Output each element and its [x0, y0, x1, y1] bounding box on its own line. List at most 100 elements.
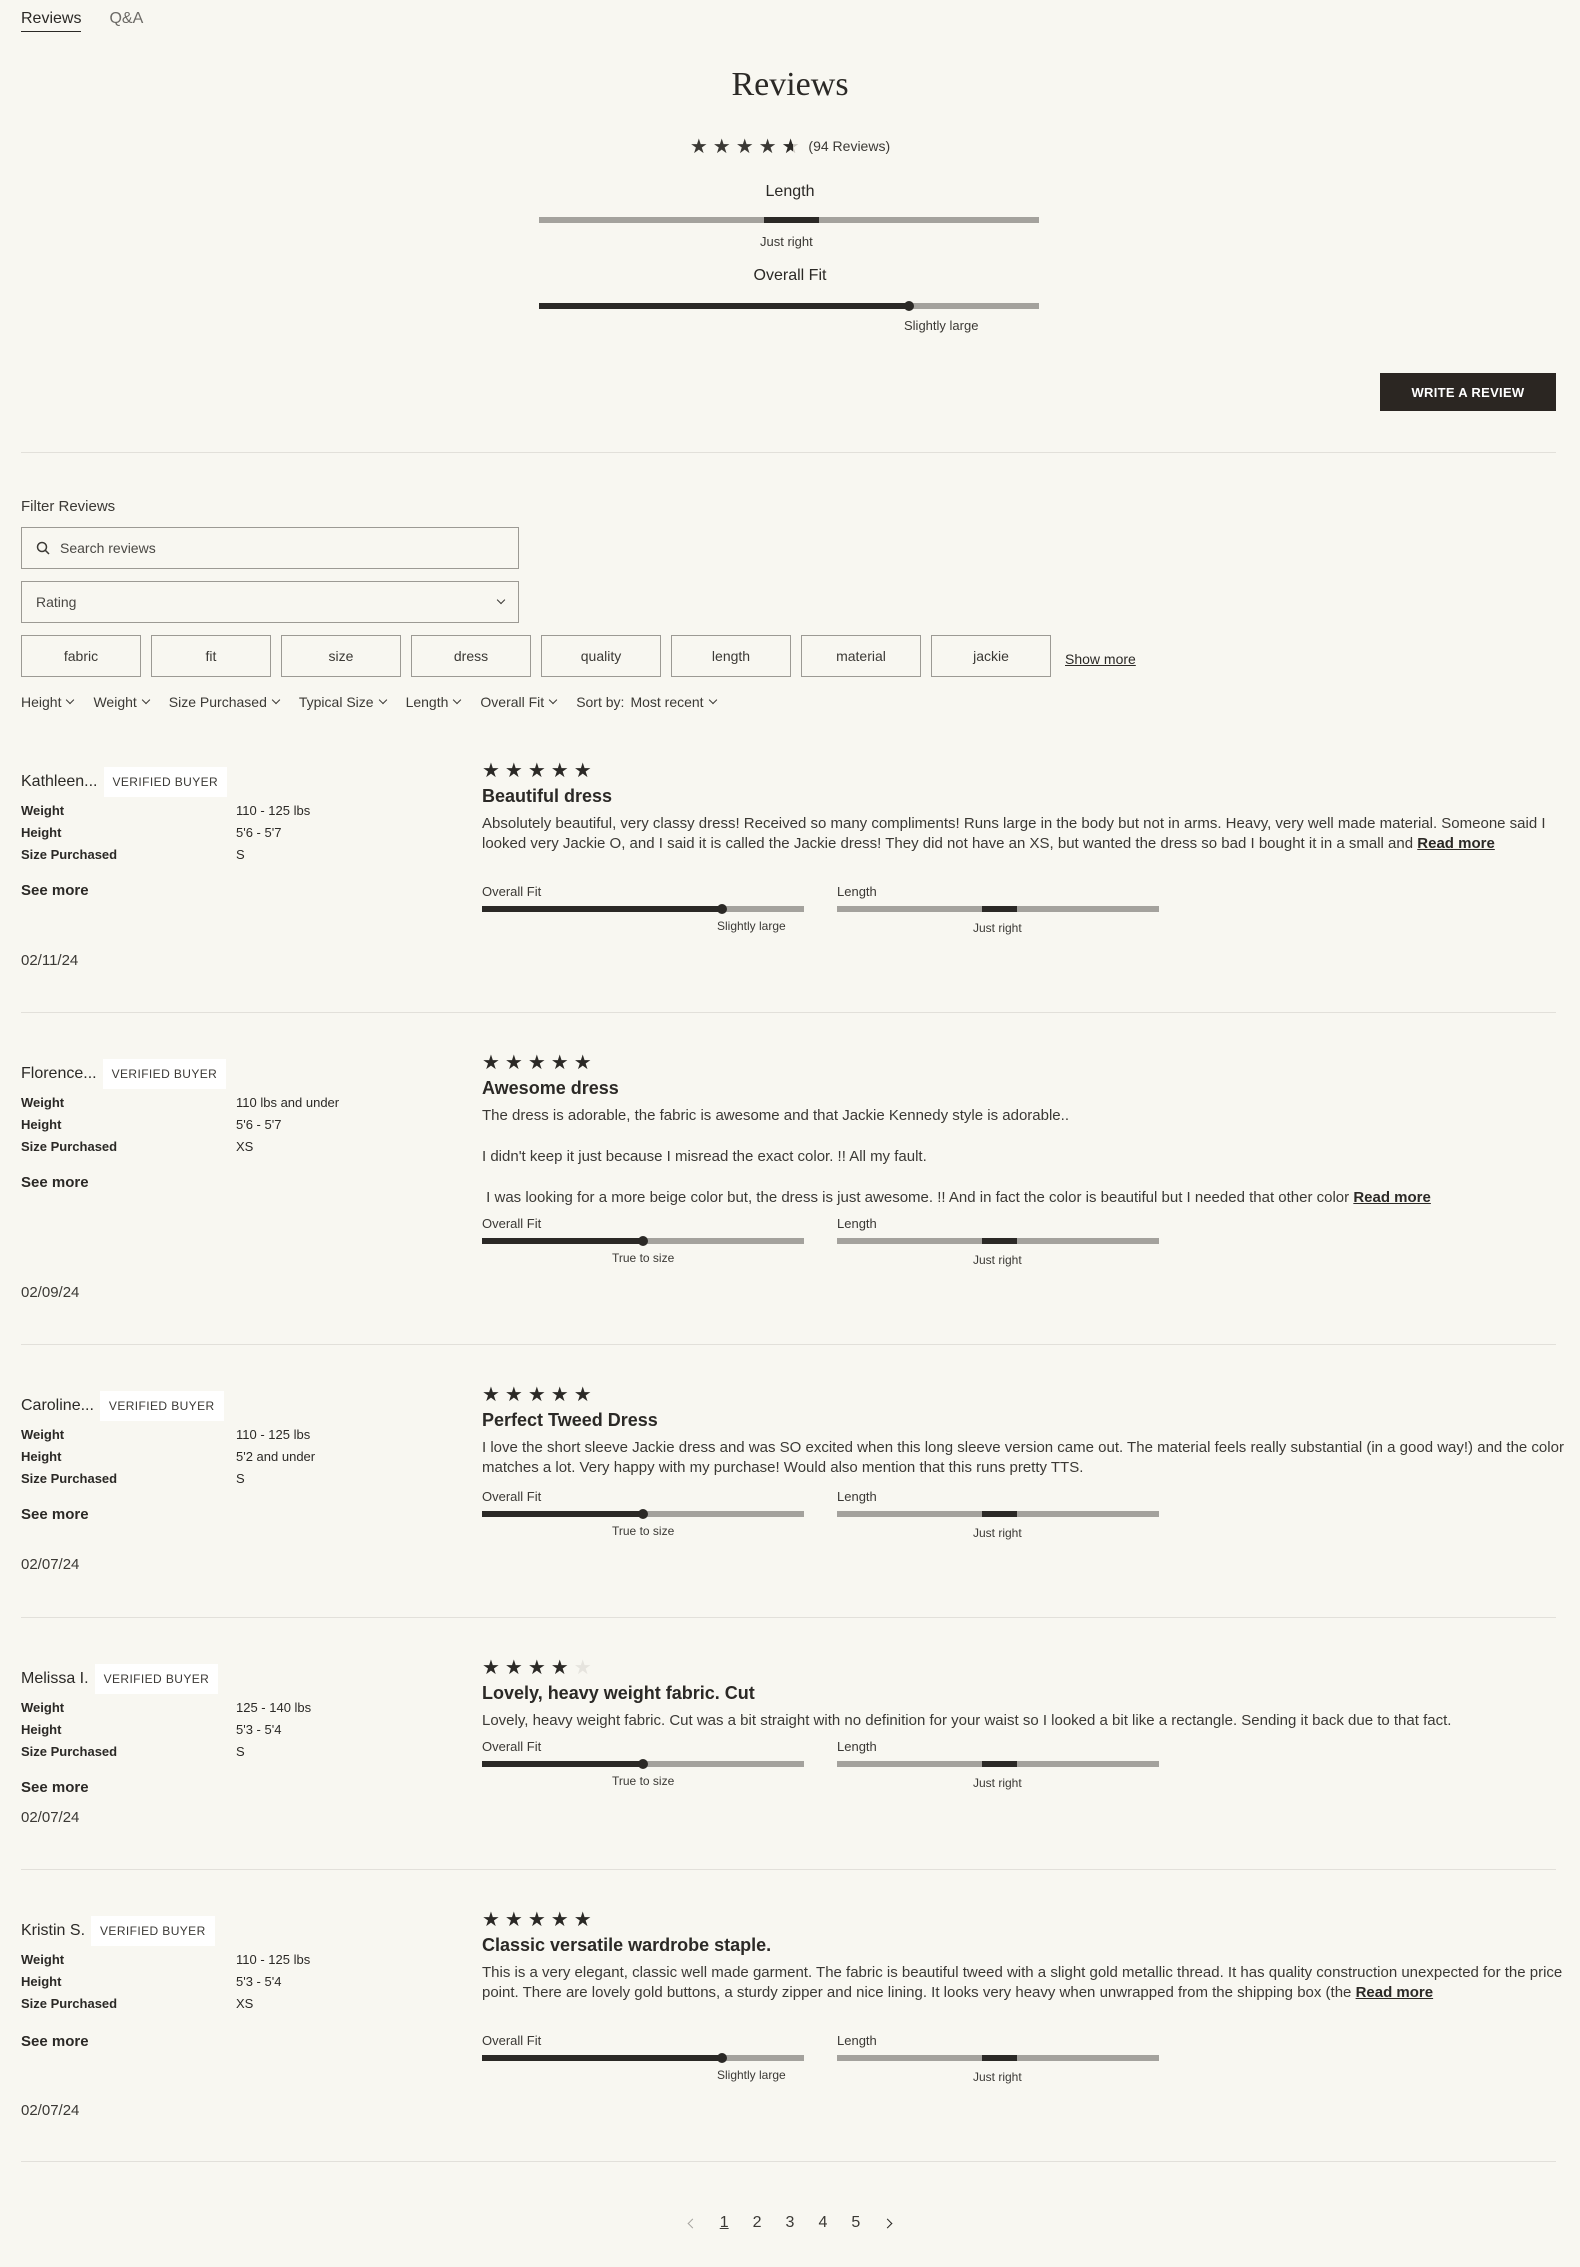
fit-value: True to size [612, 1524, 675, 1538]
review-stars: ★★★★★ [482, 1384, 597, 1406]
search-box [21, 527, 519, 569]
search-input[interactable] [58, 539, 502, 557]
attr-height: Height 5'2 and under [21, 1449, 315, 1464]
verified-badge: VERIFIED BUYER [103, 767, 228, 797]
page-1[interactable]: 1 [720, 2214, 729, 2232]
dropdown-size-purchased[interactable]: Size Purchased [169, 694, 281, 710]
chip-fabric[interactable]: fabric [21, 635, 141, 677]
reviewer-name: Florence... [21, 1065, 97, 1082]
see-more-link[interactable]: See more [21, 2033, 89, 2050]
page-2[interactable]: 2 [753, 2214, 762, 2232]
review-count: (94 Reviews) [808, 138, 891, 154]
tab-qa[interactable]: Q&A [109, 10, 143, 32]
sort-dropdown[interactable]: Sort by: Most recent [576, 694, 717, 710]
page-5[interactable]: 5 [851, 2214, 860, 2232]
read-more-link[interactable]: Read more [1417, 835, 1495, 852]
length-meter [837, 2055, 1159, 2061]
attr-value: 5'2 and under [236, 1449, 316, 1464]
dropdown-height[interactable]: Height [21, 694, 75, 710]
review-text: I was looking for a more beige color but… [482, 1189, 1350, 1206]
review-date: 02/09/24 [21, 1284, 80, 1301]
chip-dress[interactable]: dress [411, 635, 531, 677]
fit-meter-dot [717, 904, 727, 914]
length-meter [539, 217, 1039, 223]
pagination: 1 2 3 4 5 [0, 2214, 1580, 2232]
show-more-link[interactable]: Show more [1065, 651, 1136, 667]
attr-height: Height 5'6 - 5'7 [21, 1117, 281, 1132]
length-meter [837, 1238, 1159, 1244]
fit-value: True to size [612, 1251, 675, 1265]
review-body-line: The dress is adorable, the fabric is awe… [482, 1107, 1069, 1124]
fit-label: Overall Fit [482, 1489, 542, 1504]
reviewer: Florence... VERIFIED BUYER [21, 1059, 227, 1089]
dropdown-overall-fit[interactable]: Overall Fit [480, 694, 558, 710]
read-more-link[interactable]: Read more [1353, 1189, 1431, 1206]
page-3[interactable]: 3 [786, 2214, 795, 2232]
overall-fit-value: Slightly large [904, 318, 979, 333]
length-value: Just right [973, 1253, 1022, 1267]
chip-jackie[interactable]: jackie [931, 635, 1051, 677]
length-meter [837, 1511, 1159, 1517]
fit-value: Slightly large [717, 919, 786, 933]
attr-weight: Weight 125 - 140 lbs [21, 1700, 311, 1715]
page-4[interactable]: 4 [818, 2214, 827, 2232]
chip-length[interactable]: length [671, 635, 791, 677]
see-more-link[interactable]: See more [21, 1506, 89, 1523]
rating-select-label: Rating [36, 594, 77, 610]
overall-fit-fill [539, 303, 909, 309]
fit-value: Slightly large [717, 2068, 786, 2082]
review-body: Lovely, heavy weight fabric. Cut was a b… [482, 1712, 1452, 1729]
length-meter-marker [982, 2055, 1017, 2061]
verified-badge: VERIFIED BUYER [91, 1916, 215, 1946]
chevron-down-icon [271, 695, 281, 705]
filter-heading: Filter Reviews [21, 498, 116, 515]
dropdown-weight[interactable]: Weight [93, 694, 151, 710]
attr-size: Size Purchased S [21, 847, 245, 862]
chip-fit[interactable]: fit [151, 635, 271, 677]
see-more-link[interactable]: See more [21, 1174, 89, 1191]
reviewer: Kathleen... VERIFIED BUYER [21, 767, 228, 797]
attr-value: 110 lbs and under [236, 1095, 340, 1110]
chevron-down-icon [496, 595, 506, 605]
chevron-left-icon[interactable] [687, 2218, 698, 2228]
attr-value: 5'3 - 5'4 [236, 1722, 282, 1737]
chevron-right-icon[interactable] [882, 2218, 893, 2228]
chevron-down-icon [708, 695, 717, 705]
dropdown-length[interactable]: Length [405, 694, 462, 710]
tab-reviews[interactable]: Reviews [21, 10, 82, 32]
write-review-button[interactable]: WRITE A REVIEW [1380, 373, 1556, 411]
verified-badge: VERIFIED BUYER [102, 1059, 227, 1089]
attr-label: Size Purchased [21, 1744, 118, 1759]
dropdown-typical-size[interactable]: Typical Size [299, 694, 387, 710]
chevron-down-icon [548, 695, 558, 705]
attr-weight: Weight 110 - 125 lbs [21, 1952, 310, 1967]
length-value: Just right [760, 234, 813, 249]
length-meter [837, 906, 1159, 912]
summary-full-stars: ★★★★ [689, 136, 782, 158]
length-value: Just right [973, 921, 1022, 935]
rating-select[interactable]: Rating [21, 581, 519, 623]
empty-star-icon: ★ [573, 1657, 597, 1679]
attr-label: Weight [21, 1952, 65, 1967]
attr-size: Size Purchased XS [21, 1139, 253, 1154]
chevron-down-icon [141, 695, 151, 705]
dropdown-label: Length [405, 694, 449, 710]
length-value: Just right [973, 1526, 1022, 1540]
review-divider [21, 1344, 1556, 1345]
read-more-link[interactable]: Read more [1356, 1984, 1434, 2001]
fit-meter-fill [482, 1761, 643, 1767]
see-more-link[interactable]: See more [21, 1779, 89, 1796]
attr-value: S [236, 1471, 245, 1486]
verified-badge: VERIFIED BUYER [99, 1391, 224, 1421]
chip-quality[interactable]: quality [541, 635, 661, 677]
attr-label: Weight [21, 1700, 65, 1715]
chevron-down-icon [378, 695, 387, 705]
see-more-link[interactable]: See more [21, 882, 89, 899]
search-icon [36, 541, 50, 555]
fit-meter-dot [717, 2053, 727, 2063]
review-divider [21, 1617, 1556, 1618]
chip-size[interactable]: size [281, 635, 401, 677]
filled-stars: ★★★★ [482, 1657, 574, 1679]
chip-material[interactable]: material [801, 635, 921, 677]
review-title: Perfect Tweed Dress [482, 1410, 658, 1430]
